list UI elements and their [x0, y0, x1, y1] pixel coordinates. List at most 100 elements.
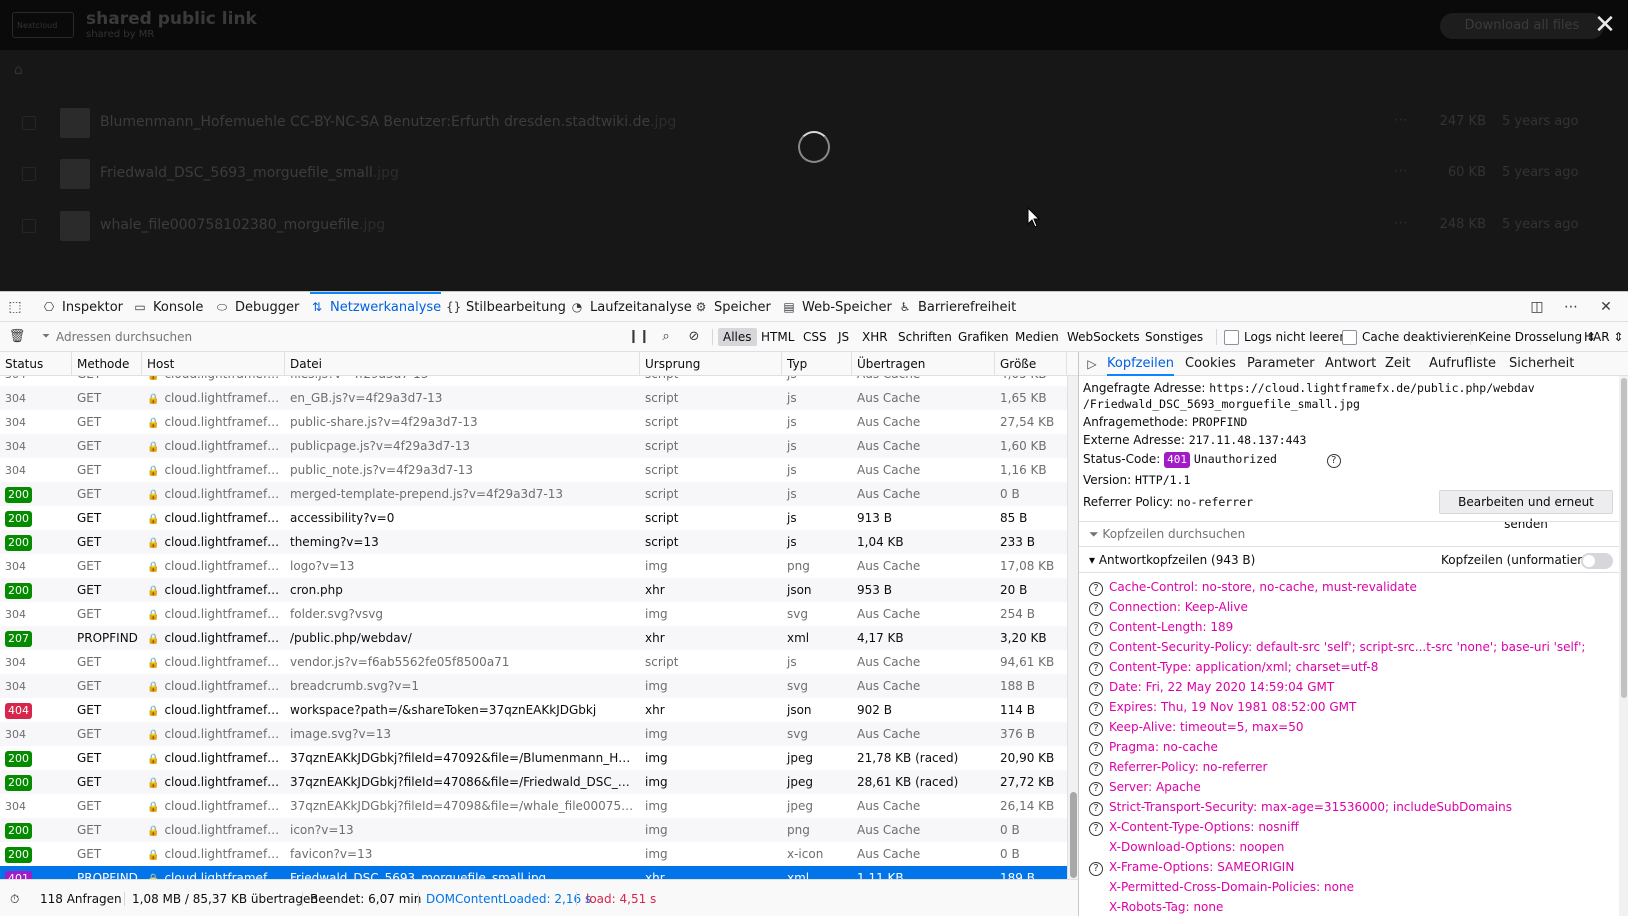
collapse-arrow-icon[interactable]: ▾ — [1089, 553, 1099, 567]
help-icon[interactable]: ? — [1089, 782, 1103, 796]
throttling-select[interactable]: Keine Drosselung ⇕ — [1478, 328, 1596, 346]
response-header-row[interactable]: ? Pragma: no-cache — [1089, 738, 1218, 756]
help-icon[interactable]: ? — [1089, 582, 1103, 596]
table-row[interactable]: 304 GET 🔒 cloud.lightframefx.de folder.svg?v… — [0, 602, 1067, 626]
table-row[interactable]: 401 PROPFIND 🔒cloud.lightframefx.de Friedwa… — [0, 866, 1067, 879]
table-row[interactable]: 200 GET 🔒 cloud.lightframefx.de favicon?v=13… — [0, 842, 1067, 866]
response-header-row[interactable]: ? Expires: Thu, 19 Nov 1981 08:52:00 GMT — [1089, 698, 1356, 716]
block-icon[interactable]: ⊘ — [685, 328, 703, 346]
tab-stilbearbeitung[interactable]: {} Stilbearbeitung — [446, 292, 566, 322]
column-header-transferred[interactable]: Übertragen — [852, 352, 995, 376]
response-header-row[interactable]: ? Date: Fri, 22 May 2020 14:59:04 GMT — [1089, 678, 1334, 696]
details-tab-sicherheit[interactable]: Sicherheit — [1509, 352, 1574, 376]
response-header-row[interactable]: ? Content-Length: 189 — [1089, 618, 1233, 636]
tab-web-speicher[interactable]: ▤ Web-Speicher — [782, 292, 892, 322]
details-tab-cookies[interactable]: Cookies — [1185, 352, 1236, 376]
response-header-row[interactable]: X-Robots-Tag: none — [1089, 898, 1223, 916]
file-checkbox[interactable] — [22, 116, 36, 130]
table-row[interactable]: 200 GET 🔒 cloud.lightframefx.de 37qznEAKkJDG… — [0, 770, 1067, 794]
table-row[interactable]: 200 GET 🔒 cloud.lightframefx.de accessibilit… — [0, 506, 1067, 530]
table-row[interactable]: 304 GET 🔒 cloud.lightframefx.de 37qznEAKkJDG… — [0, 794, 1067, 818]
filter-type-js[interactable]: JS — [833, 328, 854, 346]
column-header-cause[interactable]: Ursprung — [640, 352, 782, 376]
table-scrollbar[interactable] — [1067, 376, 1078, 879]
table-row[interactable]: 304 GET 🔒cloud.lightframefx.de files.js?v=4… — [0, 376, 1067, 386]
table-row[interactable]: 304 GET 🔒 cloud.lightframefx.de en_GB.js?v=4… — [0, 386, 1067, 410]
filter-type-medien[interactable]: Medien — [1010, 328, 1064, 346]
download-all-button[interactable]: Download all files — [1440, 13, 1604, 39]
details-tab-zeit[interactable]: Zeit — [1385, 352, 1411, 376]
details-tab-antwort[interactable]: Antwort — [1325, 352, 1376, 376]
more-options-icon[interactable]: ⋯ — [1562, 298, 1580, 316]
filter-type-html[interactable]: HTML — [756, 328, 799, 346]
table-row[interactable]: 200 GET 🔒 cloud.lightframefx.de merged-templ… — [0, 482, 1067, 506]
help-icon[interactable]: ? — [1089, 622, 1103, 636]
filter-type-grafiken[interactable]: Grafiken — [953, 328, 1014, 346]
table-row[interactable]: 304 GET 🔒 cloud.lightframefx.de publicpage.j… — [0, 434, 1067, 458]
table-row[interactable]: 207 PROPFIND 🔒 cloud.lightframefx.de/public… — [0, 626, 1067, 650]
help-icon[interactable]: ? — [1089, 602, 1103, 616]
help-icon[interactable]: ? — [1326, 454, 1341, 468]
har-menu[interactable]: HAR ⇕ — [1584, 328, 1623, 346]
column-header-host[interactable]: Host — [142, 352, 285, 376]
response-header-row[interactable]: ? X-Frame-Options: SAMEORIGIN — [1089, 858, 1294, 876]
pause-icon[interactable]: ❙❙ — [628, 328, 650, 346]
toggle-sidebar-icon[interactable]: ▷ — [1083, 355, 1101, 373]
table-row[interactable]: 200 GET 🔒 cloud.lightframefx.de icon?v=13 img… — [0, 818, 1067, 842]
more-options-icon[interactable]: ⋯ — [1394, 112, 1408, 128]
tab-konsole[interactable]: ▭ Konsole — [133, 292, 203, 322]
details-tab-kopfzeilen[interactable]: Kopfzeilen — [1107, 352, 1174, 376]
response-headers-section[interactable]: ▾ Antwortkopfzeilen (943 B) Kopfzeilen (… — [1079, 547, 1619, 573]
response-header-row[interactable]: ? Connection: Keep-Alive — [1089, 598, 1248, 616]
raw-headers-toggle[interactable] — [1581, 553, 1613, 569]
file-name[interactable]: whale_file000758102380_morguefile.jpg — [100, 217, 385, 233]
url-filter-input[interactable] — [40, 327, 620, 347]
table-row[interactable]: 200 GET 🔒 cloud.lightframefx.de 37qznEAKkJDG… — [0, 746, 1067, 770]
help-icon[interactable]: ? — [1089, 822, 1103, 836]
tab-speicher[interactable]: ⚙ Speicher — [694, 292, 771, 322]
help-icon[interactable]: ? — [1089, 762, 1103, 776]
file-checkbox[interactable] — [22, 219, 36, 233]
file-name[interactable]: Blumenmann_Hofemuehle CC-BY-NC-SA Benutz… — [100, 114, 676, 130]
file-name[interactable]: Friedwald_DSC_5693_morguefile_small.jpg — [100, 165, 399, 181]
response-header-row[interactable]: X-Download-Options: noopen — [1089, 838, 1284, 856]
persist-logs-checkbox[interactable] — [1224, 330, 1239, 345]
column-header-type[interactable]: Typ — [782, 352, 852, 376]
file-row[interactable]: whale_file000758102380_morguefile.jpg ⋯ 24… — [0, 203, 1628, 249]
filter-type-sonstiges[interactable]: Sonstiges — [1140, 328, 1208, 346]
tab-inspektor[interactable]: ⎔ Inspektor — [42, 292, 123, 322]
table-row[interactable]: 200 GET 🔒 cloud.lightframefx.de theming?v=13… — [0, 530, 1067, 554]
element-picker-icon[interactable]: ⬚ — [6, 298, 24, 316]
table-row[interactable]: 304 GET 🔒 cloud.lightframefx.de image.svg?v=… — [0, 722, 1067, 746]
help-icon[interactable]: ? — [1089, 802, 1103, 816]
response-header-row[interactable]: ? Content-Security-Policy: default-src 's… — [1089, 638, 1585, 656]
home-icon[interactable]: ⌂ — [14, 62, 30, 78]
close-icon[interactable]: ✕ — [1590, 10, 1620, 40]
table-row[interactable]: 304 GET 🔒 cloud.lightframefx.de public-share… — [0, 410, 1067, 434]
response-header-row[interactable]: ? X-Content-Type-Options: nosniff — [1089, 818, 1299, 836]
table-row[interactable]: 304 GET 🔒 cloud.lightframefx.de public_note.… — [0, 458, 1067, 482]
help-icon[interactable]: ? — [1089, 642, 1103, 656]
more-options-icon[interactable]: ⋯ — [1394, 215, 1408, 231]
sidebar-scrollbar[interactable] — [1619, 376, 1628, 916]
filter-type-css[interactable]: CSS — [798, 328, 832, 346]
table-row[interactable]: 304 GET 🔒 cloud.lightframefx.de logo?v=13 img… — [0, 554, 1067, 578]
filter-type-schriften[interactable]: Schriften — [893, 328, 957, 346]
edit-and-resend-button[interactable]: Bearbeiten und erneut senden — [1439, 490, 1613, 531]
stopwatch-icon[interactable]: ⏱ — [10, 890, 19, 908]
response-header-row[interactable]: ? Referrer-Policy: no-referrer — [1089, 758, 1267, 776]
tab-laufzeitanalyse[interactable]: ◔ Laufzeitanalyse — [570, 292, 692, 322]
column-header-file[interactable]: Datei — [285, 352, 640, 376]
close-devtools-icon[interactable]: ✕ — [1597, 298, 1615, 316]
trash-icon[interactable]: 🗑 — [8, 328, 26, 346]
help-icon[interactable]: ? — [1089, 682, 1103, 696]
search-icon[interactable]: ⌕ — [657, 328, 675, 346]
file-checkbox[interactable] — [22, 167, 36, 181]
response-header-row[interactable]: ? Strict-Transport-Security: max-age=3153… — [1089, 798, 1512, 816]
filter-type-websockets[interactable]: WebSockets — [1062, 328, 1145, 346]
disable-cache-checkbox[interactable] — [1342, 330, 1357, 345]
response-header-row[interactable]: X-Permitted-Cross-Domain-Policies: none — [1089, 878, 1354, 896]
details-tab-aufrufliste[interactable]: Aufrufliste — [1429, 352, 1496, 376]
tab-barrierefreiheit[interactable]: ♿ Barrierefreiheit — [898, 292, 1017, 322]
header-filter[interactable]: ⏷ Kopfzeilen durchsuchen — [1079, 521, 1619, 547]
